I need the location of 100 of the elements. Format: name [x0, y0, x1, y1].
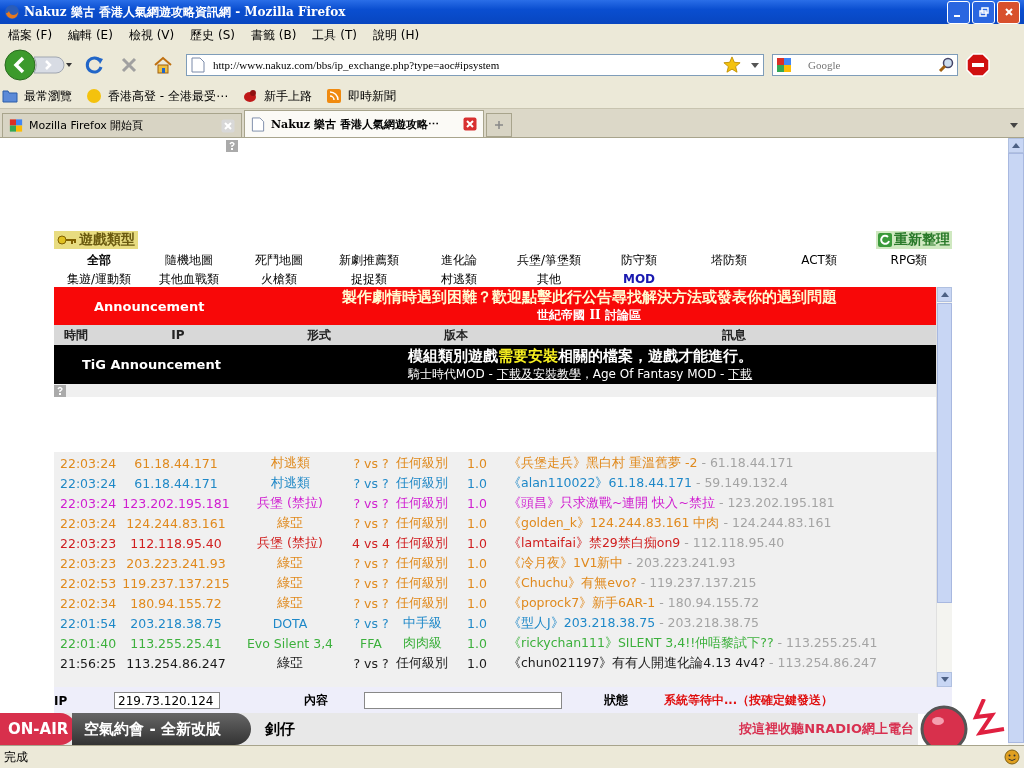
- source-ip: - 124.244.83.161: [723, 514, 832, 530]
- category-link[interactable]: 新劇推薦類: [324, 252, 414, 268]
- message-link[interactable]: 《頭昌》只求激戰~連開 快入~禁拉: [508, 494, 715, 510]
- type-cell-text: Evo Silent 3,4: [245, 635, 335, 651]
- menu-item[interactable]: 檢視 (V): [122, 26, 181, 44]
- players-cell-text: ? vs ?: [352, 515, 390, 531]
- menu-item[interactable]: 書籤 (B): [245, 26, 303, 44]
- ip-cell-text: 180.94.155.72: [129, 595, 223, 611]
- level-cell: 任何級別: [396, 554, 448, 572]
- browser-tab[interactable]: Mozilla Firefox 開始頁: [2, 113, 242, 137]
- type-cell-text: 兵堡 (禁拉): [256, 534, 324, 552]
- message-link[interactable]: 《chun021197》有有人開進化論4.13 4v4?: [508, 654, 766, 670]
- level-cell: 任何級別: [396, 474, 448, 492]
- version-cell-text: 1.0: [466, 515, 488, 531]
- bookmark[interactable]: 香港高登 - 全港最受⋯: [86, 87, 228, 105]
- column-header: 訊息: [721, 326, 747, 344]
- level-cell: 任何級別: [396, 514, 448, 532]
- category-link[interactable]: 其他: [504, 271, 594, 287]
- category-link[interactable]: 防守類: [594, 252, 684, 268]
- source-ip: - 123.202.195.181: [718, 494, 835, 510]
- type-cell-text: 綠亞: [276, 554, 304, 572]
- level-cell: 任何級別: [396, 534, 448, 552]
- category-link[interactable]: 火槍類: [234, 271, 324, 287]
- category-link[interactable]: 隨機地圖: [144, 252, 234, 268]
- category-link[interactable]: 集遊/運動類: [54, 271, 144, 287]
- version-cell-text: 1.0: [466, 615, 488, 631]
- ip-field[interactable]: 219.73.120.124: [114, 692, 220, 709]
- category-link[interactable]: 其他血戰類: [144, 271, 234, 287]
- ip-cell-text: 119.237.137.215: [121, 575, 231, 591]
- browser-tab[interactable]: Nakuz 樂古 香港人氣網遊攻略⋯: [244, 110, 484, 137]
- category-link[interactable]: 兵堡/箏堡類: [504, 252, 594, 268]
- source-ip: - 113.255.25.41: [777, 634, 878, 650]
- message-link[interactable]: 《lamtaifai》禁29禁白痴on9: [508, 534, 681, 550]
- version-cell-text: 1.0: [466, 455, 488, 471]
- version-cell-text: 1.0: [466, 575, 488, 591]
- column-header: 形式: [306, 326, 332, 344]
- address-bar[interactable]: http://www.nakuz.com/bbs/ip_exchange.php?type=aoc#ipsystem: [186, 54, 764, 76]
- players-cell-text: ? vs ?: [352, 455, 390, 471]
- players-cell-text: ? vs ?: [352, 495, 390, 511]
- ip-cell-text: 203.218.38.75: [129, 615, 223, 631]
- ip-cell-text: 61.18.44.171: [133, 455, 219, 471]
- players-cell-text: ? vs ?: [352, 575, 390, 591]
- version-cell-text: 1.0: [466, 655, 488, 671]
- refresh-link[interactable]: 重新整理: [876, 231, 952, 249]
- level-cell-text: 中手級: [401, 614, 443, 632]
- source-ip: - 59.149.132.4: [695, 474, 788, 490]
- type-cell-text: 綠亞: [276, 514, 304, 532]
- type-cell-text: 綠亞: [276, 654, 304, 672]
- time-cell-text: 22:01:40: [59, 635, 118, 651]
- category-link[interactable]: 塔防類: [684, 252, 774, 268]
- players-cell-text: 4 vs 4: [351, 535, 391, 551]
- version-cell-text: 1.0: [466, 495, 488, 511]
- field-label: IP: [54, 693, 69, 708]
- category-link[interactable]: 全部: [54, 252, 144, 268]
- ip-cell-text: 124.244.83.161: [125, 515, 227, 531]
- category-link[interactable]: MOD: [594, 271, 684, 287]
- type-cell-text: DOTA: [271, 615, 309, 631]
- version-cell-text: 1.0: [466, 595, 488, 611]
- category-link[interactable]: 進化論: [414, 252, 504, 268]
- message-link[interactable]: 《alan110022》61.18.44.171: [508, 474, 692, 490]
- category-link[interactable]: ACT類: [774, 252, 864, 268]
- time-cell-text: 22:03:23: [59, 555, 118, 571]
- menu-item[interactable]: 歷史 (S): [184, 26, 242, 44]
- category-link[interactable]: 捉捉類: [324, 271, 414, 287]
- level-cell: 任何級別: [396, 494, 448, 512]
- status-text: 系統等待中...（按確定鍵發送）: [664, 693, 834, 708]
- announcement-subtext: 騎士時代MOD - 下載及安裝教學，Age Of Fantasy MOD - 下載: [407, 365, 753, 383]
- players-cell-text: ? vs ?: [352, 615, 390, 631]
- players-cell-text: ? vs ?: [352, 555, 390, 571]
- download-link[interactable]: 下載及安裝教學: [496, 366, 581, 381]
- type-cell-text: 綠亞: [276, 594, 304, 612]
- time-cell-text: 22:03:24: [59, 495, 118, 511]
- download-link[interactable]: 下載: [728, 366, 753, 381]
- radio-banner[interactable]: ON-AIR 空氣約會 - 全新改版 釗仔 按這裡收聽NRADIO網上電台: [0, 713, 918, 745]
- source-ip: - 119.237.137.215: [640, 574, 757, 590]
- version-cell-text: 1.0: [466, 535, 488, 551]
- menu-item[interactable]: 工具 (T): [306, 26, 363, 44]
- source-ip: - 203.218.38.75: [659, 614, 760, 630]
- field-label: 狀態: [604, 692, 629, 709]
- category-link[interactable]: RPG類: [864, 252, 954, 268]
- announcement-subtext: 世紀帝國 II 討論區: [537, 307, 641, 324]
- bookmark[interactable]: 最常瀏覽: [2, 87, 72, 105]
- bookmark[interactable]: 新手上路: [241, 87, 312, 105]
- message-link[interactable]: 《型人J》203.218.38.75: [508, 614, 656, 630]
- level-cell: 任何級別: [396, 454, 448, 472]
- url-text: http://www.nakuz.com/bbs/ip_exchange.php?type=aoc#ipsystem: [213, 59, 501, 71]
- players-cell-text: ? vs ?: [352, 475, 390, 491]
- category-link[interactable]: 村逃類: [414, 271, 504, 287]
- announcement-bar[interactable]: Announcement 製作劇情時遇到困難？歡迎點擊此行公告尋找解決方法或發表你的遇到問題 世紀帝國 II 討論區: [54, 287, 936, 325]
- listen-link[interactable]: 按這裡收聽NRADIO網上電台: [739, 720, 914, 738]
- menu-item[interactable]: 檔案 (F): [2, 26, 59, 44]
- host-name: 釗仔: [264, 719, 296, 739]
- category-link[interactable]: 死鬥地圖: [234, 252, 324, 268]
- ip-cell-text: 113.254.86.247: [125, 655, 227, 671]
- time-cell-text: 22:03:24: [59, 455, 118, 471]
- menu-item[interactable]: 說明 (H): [367, 26, 426, 44]
- search-field[interactable]: Google: [772, 54, 958, 76]
- menu-item[interactable]: 編輯 (E): [62, 26, 119, 44]
- ip-cell-text: 123.202.195.181: [121, 495, 231, 511]
- bookmark[interactable]: 即時新聞: [325, 87, 396, 105]
